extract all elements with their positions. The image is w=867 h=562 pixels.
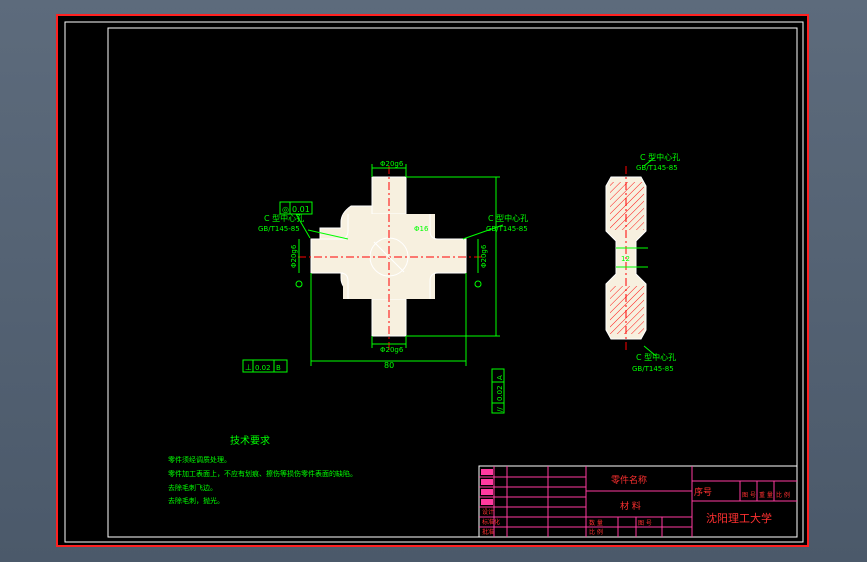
material-label: 材 料 [620, 500, 641, 512]
svg-text:比 例: 比 例 [589, 528, 603, 536]
side-note-bottom-1: C 型中心孔 [636, 352, 676, 362]
side-view: 12 C 型中心孔 GB/T145-85 C 型中心孔 GB/T145-85 [605, 152, 680, 373]
dim-width: 80 [384, 361, 394, 370]
svg-text:B: B [276, 364, 281, 372]
part-name-label: 零件名称 [611, 474, 647, 486]
tech-req-item: 零件加工表面上，不应有划痕、擦伤等损伤零件表面的缺陷。 [168, 469, 357, 478]
svg-text:A: A [496, 375, 504, 380]
tol-value: 0.01 [292, 205, 310, 214]
svg-text:重 量: 重 量 [759, 491, 773, 499]
side-note-top-1: C 型中心孔 [640, 152, 680, 162]
title-block: 设计 标准化 批准 零件名称 材 料 序号 图 号 重 量 比 例 数 量 图 … [478, 465, 798, 538]
svg-text:⊥: ⊥ [245, 363, 252, 372]
dim-center-hole: Φ16 [414, 225, 429, 233]
svg-text:数 量: 数 量 [589, 519, 603, 527]
school-name: 沈阳理工大学 [706, 511, 772, 525]
svg-text:批准: 批准 [482, 528, 494, 536]
svg-text:图 号: 图 号 [742, 492, 756, 499]
svg-text:0.02: 0.02 [255, 364, 271, 372]
tech-req-item: 去除毛刺飞边。 [168, 483, 217, 492]
dim-bottom-diameter: Φ20g6 [380, 346, 404, 354]
center-hole-right-note-2: GB/T145-85 [486, 225, 528, 233]
side-dim-thickness: 12 [621, 255, 630, 263]
dim-left-diameter: Φ20g6 [290, 244, 298, 268]
side-note-bottom-2: GB/T145-85 [632, 365, 674, 373]
svg-text:设计: 设计 [482, 508, 494, 516]
shaft-left [310, 238, 349, 274]
tech-req-title: 技术要求 [230, 434, 270, 447]
dim-top-diameter: Φ20g6 [380, 160, 404, 168]
svg-text://: // [496, 407, 504, 412]
svg-text:标准化: 标准化 [482, 518, 500, 526]
svg-text:图 号: 图 号 [638, 520, 652, 527]
svg-text:0.02: 0.02 [496, 385, 504, 401]
tol-symbol: ◎ [282, 205, 289, 214]
svg-text:比 例: 比 例 [776, 491, 790, 499]
center-hole-left-note-2: GB/T145-85 [258, 225, 300, 233]
cad-drawing: ◎ 0.01 C 型中心孔 GB/T145-85 C 型中心孔 GB/T145-… [64, 21, 804, 543]
tol-frame-bottom-right: // 0.02 A [491, 368, 505, 414]
center-hole-right-note-1: C 型中心孔 [488, 213, 528, 223]
technical-requirements: 技术要求 零件须经调质处理。 零件加工表面上，不应有划痕、擦伤等损伤零件表面的缺… [168, 434, 357, 505]
tech-req-item: 零件须经调质处理。 [168, 455, 231, 464]
dim-right-diameter: Φ20g6 [480, 244, 488, 268]
tech-req-item: 去除毛刺，抛光。 [168, 496, 224, 505]
side-note-top-2: GB/T145-85 [636, 164, 678, 172]
center-hole-left-note-1: C 型中心孔 [264, 213, 304, 223]
front-view: ◎ 0.01 C 型中心孔 GB/T145-85 C 型中心孔 GB/T145-… [242, 160, 528, 414]
drawing-viewport[interactable]: ◎ 0.01 C 型中心孔 GB/T145-85 C 型中心孔 GB/T145-… [56, 14, 809, 547]
seq-label: 序号 [694, 486, 712, 498]
